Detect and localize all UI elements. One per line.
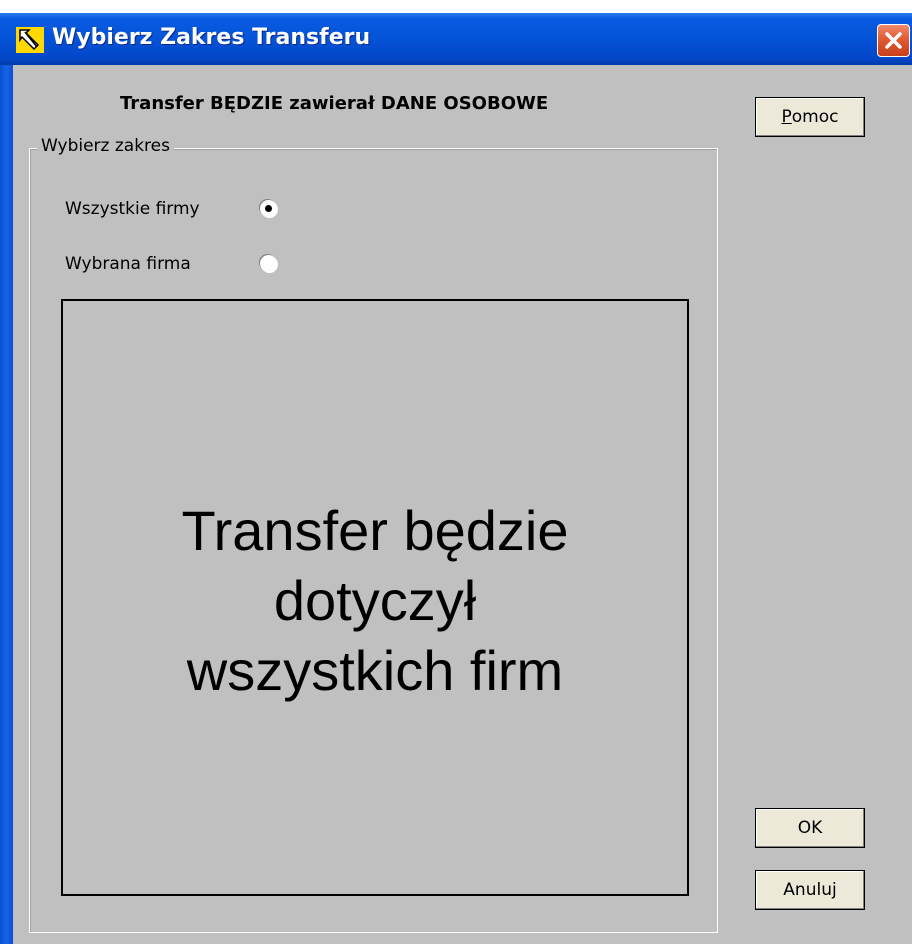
- scope-info-line: wszystkich firm: [186, 638, 564, 702]
- window-frame-left: [0, 65, 13, 944]
- help-button[interactable]: Pomoc: [755, 97, 865, 137]
- scope-info-panel: Transfer będzie dotyczył wszystkich firm: [61, 299, 689, 896]
- scope-info-text: Transfer będzie dotyczył wszystkich firm: [182, 490, 569, 706]
- app-icon: [16, 27, 44, 53]
- title-bar[interactable]: Wybierz Zakres Transferu: [0, 13, 912, 65]
- radio-label-selected-company[interactable]: Wybrana firma: [65, 254, 191, 274]
- close-icon: [885, 32, 902, 49]
- radio-selected-company[interactable]: [260, 255, 277, 272]
- radio-selected-dot: [265, 205, 272, 212]
- help-button-label: omoc: [791, 107, 839, 127]
- scope-group-label: Wybierz zakres: [37, 136, 174, 156]
- cancel-button[interactable]: Anuluj: [755, 870, 865, 910]
- close-button[interactable]: [877, 24, 910, 57]
- scope-info-line: dotyczył: [273, 568, 477, 632]
- ok-button[interactable]: OK: [755, 808, 865, 848]
- personal-data-notice: Transfer BĘDZIE zawierał DANE OSOBOWE: [120, 93, 549, 114]
- help-button-mnemonic: P: [781, 107, 792, 127]
- dialog-window: Wybierz Zakres Transferu Transfer BĘDZIE…: [0, 13, 912, 944]
- scope-info-line: Transfer będzie: [181, 498, 569, 562]
- window-title: Wybierz Zakres Transferu: [52, 25, 371, 50]
- radio-all-companies[interactable]: [260, 200, 277, 217]
- radio-label-all-companies[interactable]: Wszystkie firmy: [65, 199, 200, 219]
